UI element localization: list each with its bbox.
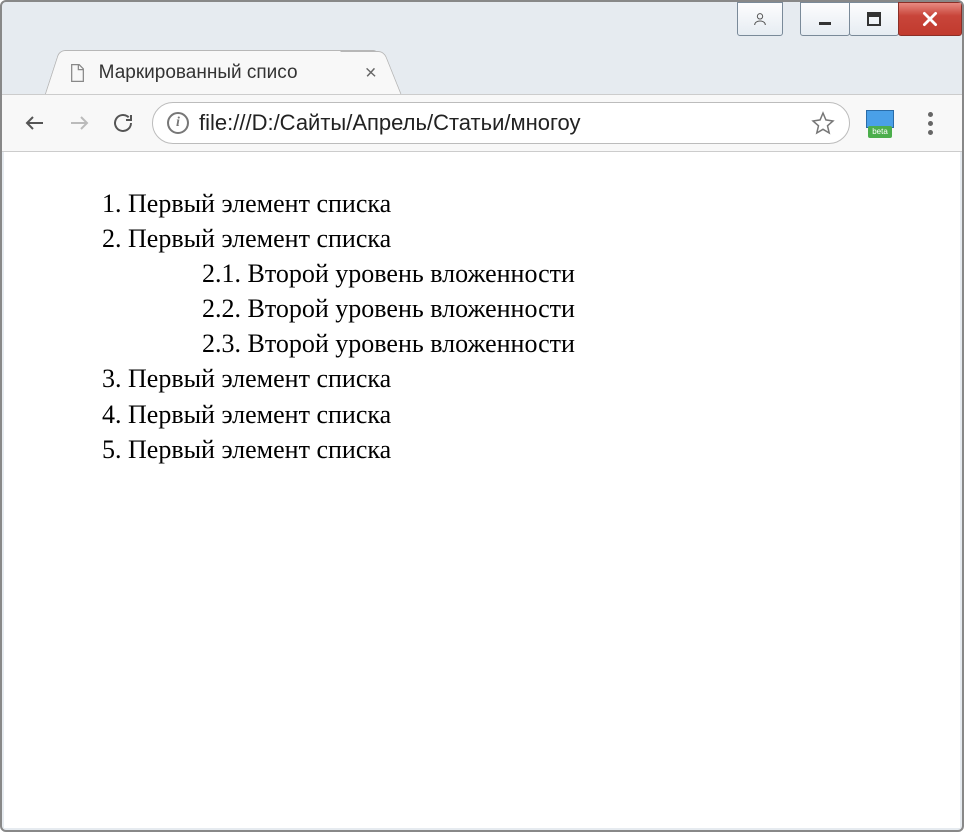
site-info-icon[interactable]: i bbox=[167, 112, 189, 134]
tab-close-button[interactable]: × bbox=[340, 51, 401, 94]
url-text: file:///D:/Сайты/Апрель/Статьи/многоу bbox=[199, 110, 801, 136]
maximize-button[interactable] bbox=[849, 2, 899, 36]
close-icon: × bbox=[364, 63, 377, 83]
browser-window: Маркированный списо × i bbox=[0, 0, 964, 832]
user-button[interactable] bbox=[737, 2, 783, 36]
minimize-button[interactable] bbox=[800, 2, 850, 36]
info-letter: i bbox=[176, 115, 180, 131]
list-item: 1. Первый элемент списка bbox=[54, 186, 910, 221]
user-icon bbox=[752, 11, 768, 27]
minimize-icon bbox=[817, 11, 833, 27]
tab-title: Маркированный списо bbox=[99, 62, 298, 84]
reload-icon bbox=[111, 111, 135, 135]
list-item: 2.1. Второй уровень вложенности bbox=[54, 256, 910, 291]
back-button[interactable] bbox=[20, 108, 50, 138]
close-icon bbox=[921, 10, 939, 28]
list-item: 4. Первый элемент списка bbox=[54, 397, 910, 432]
document-icon bbox=[67, 63, 87, 83]
extension-button[interactable]: beta bbox=[864, 110, 896, 136]
browser-toolbar: i file:///D:/Сайты/Апрель/Статьи/многоу … bbox=[2, 94, 962, 152]
dot-icon bbox=[928, 130, 933, 135]
arrow-right-icon bbox=[67, 111, 91, 135]
tab-strip: Маркированный списо × bbox=[2, 46, 962, 94]
page-content: 1. Первый элемент списка 2. Первый элеме… bbox=[4, 152, 960, 828]
dot-icon bbox=[928, 112, 933, 117]
address-bar[interactable]: i file:///D:/Сайты/Апрель/Статьи/многоу bbox=[152, 102, 850, 144]
arrow-left-icon bbox=[23, 111, 47, 135]
maximize-icon bbox=[866, 11, 882, 27]
bookmark-star-icon[interactable] bbox=[811, 111, 835, 135]
reload-button[interactable] bbox=[108, 108, 138, 138]
list-item: 2.2. Второй уровень вложенности bbox=[54, 291, 910, 326]
list-item: 2. Первый элемент списка bbox=[54, 221, 910, 256]
close-button[interactable] bbox=[898, 2, 962, 36]
list-item: 3. Первый элемент списка bbox=[54, 361, 910, 396]
menu-button[interactable] bbox=[916, 109, 944, 137]
browser-tab[interactable]: Маркированный списо × bbox=[45, 50, 379, 94]
extension-badge: beta bbox=[868, 126, 892, 138]
forward-button[interactable] bbox=[64, 108, 94, 138]
list-item: 5. Первый элемент списка bbox=[54, 432, 910, 467]
list-item: 2.3. Второй уровень вложенности bbox=[54, 326, 910, 361]
window-controls bbox=[738, 2, 962, 36]
dot-icon bbox=[928, 121, 933, 126]
